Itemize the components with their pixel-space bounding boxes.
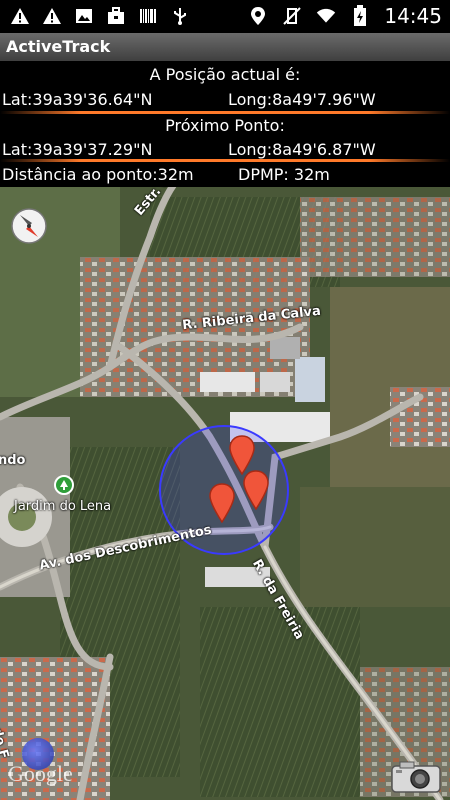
park-icon[interactable] bbox=[54, 475, 74, 495]
current-position-heading: A Posição actual é: bbox=[149, 65, 301, 84]
status-bar: 14:45 bbox=[0, 0, 450, 33]
next-point-heading: Próximo Ponto: bbox=[165, 116, 285, 135]
position-info-panel: A Posição actual é: Lat:39a39'36.64"N Lo… bbox=[0, 61, 450, 187]
satellite-map[interactable]: Estr. do C R. Ribeira da Calva Av. dos D… bbox=[0, 187, 450, 800]
location-pin-icon bbox=[248, 6, 268, 26]
poi-label-jardim-do-lena: Jardim do Lena bbox=[14, 499, 112, 514]
app-title: ActiveTrack bbox=[6, 37, 111, 56]
clock: 14:45 bbox=[384, 4, 442, 28]
divider bbox=[0, 159, 450, 162]
place-label-ndo: ndo bbox=[0, 453, 26, 468]
wifi-icon bbox=[316, 6, 336, 26]
current-position-marker[interactable] bbox=[208, 483, 236, 523]
waypoint-marker[interactable] bbox=[242, 470, 270, 510]
barcode-icon bbox=[138, 6, 158, 26]
google-logo: Google bbox=[8, 761, 73, 786]
compass-icon[interactable] bbox=[10, 207, 48, 245]
warning-icon bbox=[42, 6, 62, 26]
distance-to-point: Distância ao ponto:32m bbox=[2, 165, 194, 184]
divider bbox=[0, 111, 450, 114]
next-latitude: Lat:39a39'37.29"N bbox=[2, 140, 153, 159]
dpmp-value: DPMP: 32m bbox=[238, 165, 330, 184]
vibrate-off-icon bbox=[282, 6, 302, 26]
image-icon bbox=[74, 6, 94, 26]
action-bar: ActiveTrack bbox=[0, 33, 450, 62]
current-latitude: Lat:39a39'36.64"N bbox=[2, 90, 153, 109]
camera-button[interactable] bbox=[390, 760, 442, 794]
battery-charging-icon bbox=[350, 5, 370, 26]
next-longitude: Long:8a49'6.87"W bbox=[228, 140, 376, 159]
briefcase-icon bbox=[106, 6, 126, 26]
warning-icon bbox=[10, 6, 30, 26]
waypoint-marker[interactable] bbox=[228, 435, 256, 475]
current-longitude: Long:8a49'7.96"W bbox=[228, 90, 376, 109]
usb-icon bbox=[170, 6, 190, 26]
